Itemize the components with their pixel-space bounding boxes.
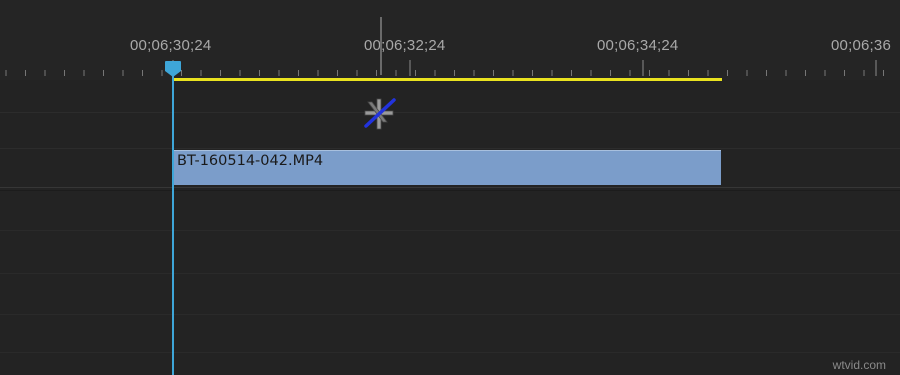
playhead-icon[interactable] (164, 60, 182, 83)
playhead-line[interactable] (172, 70, 174, 375)
track-divider (0, 112, 900, 113)
track-divider (0, 148, 900, 149)
timeline-panel[interactable]: 00;06;30;24 00;06;32;24 00;06;34;24 00;0… (0, 0, 900, 375)
timecode-label: 00;06;32;24 (364, 37, 446, 54)
video-clip[interactable]: BT-160514-042.MP4 (173, 150, 721, 185)
track-divider (0, 230, 900, 231)
timecode-label: 00;06;36 (831, 37, 891, 54)
track-divider (0, 187, 900, 188)
timecode-label: 00;06;30;24 (130, 37, 212, 54)
ruler-marker-line (380, 17, 382, 75)
track-divider (0, 352, 900, 353)
fx-disabled-icon[interactable] (360, 96, 398, 139)
track-divider (0, 190, 900, 191)
clip-name: BT-160514-042.MP4 (177, 153, 324, 169)
track-divider (0, 314, 900, 315)
watermark-text: wtvid.com (832, 358, 886, 372)
timecode-label: 00;06;34;24 (597, 37, 679, 54)
work-area-bar[interactable] (173, 78, 722, 81)
time-ruler[interactable]: 00;06;30;24 00;06;32;24 00;06;34;24 00;0… (0, 0, 900, 80)
track-divider (0, 273, 900, 274)
